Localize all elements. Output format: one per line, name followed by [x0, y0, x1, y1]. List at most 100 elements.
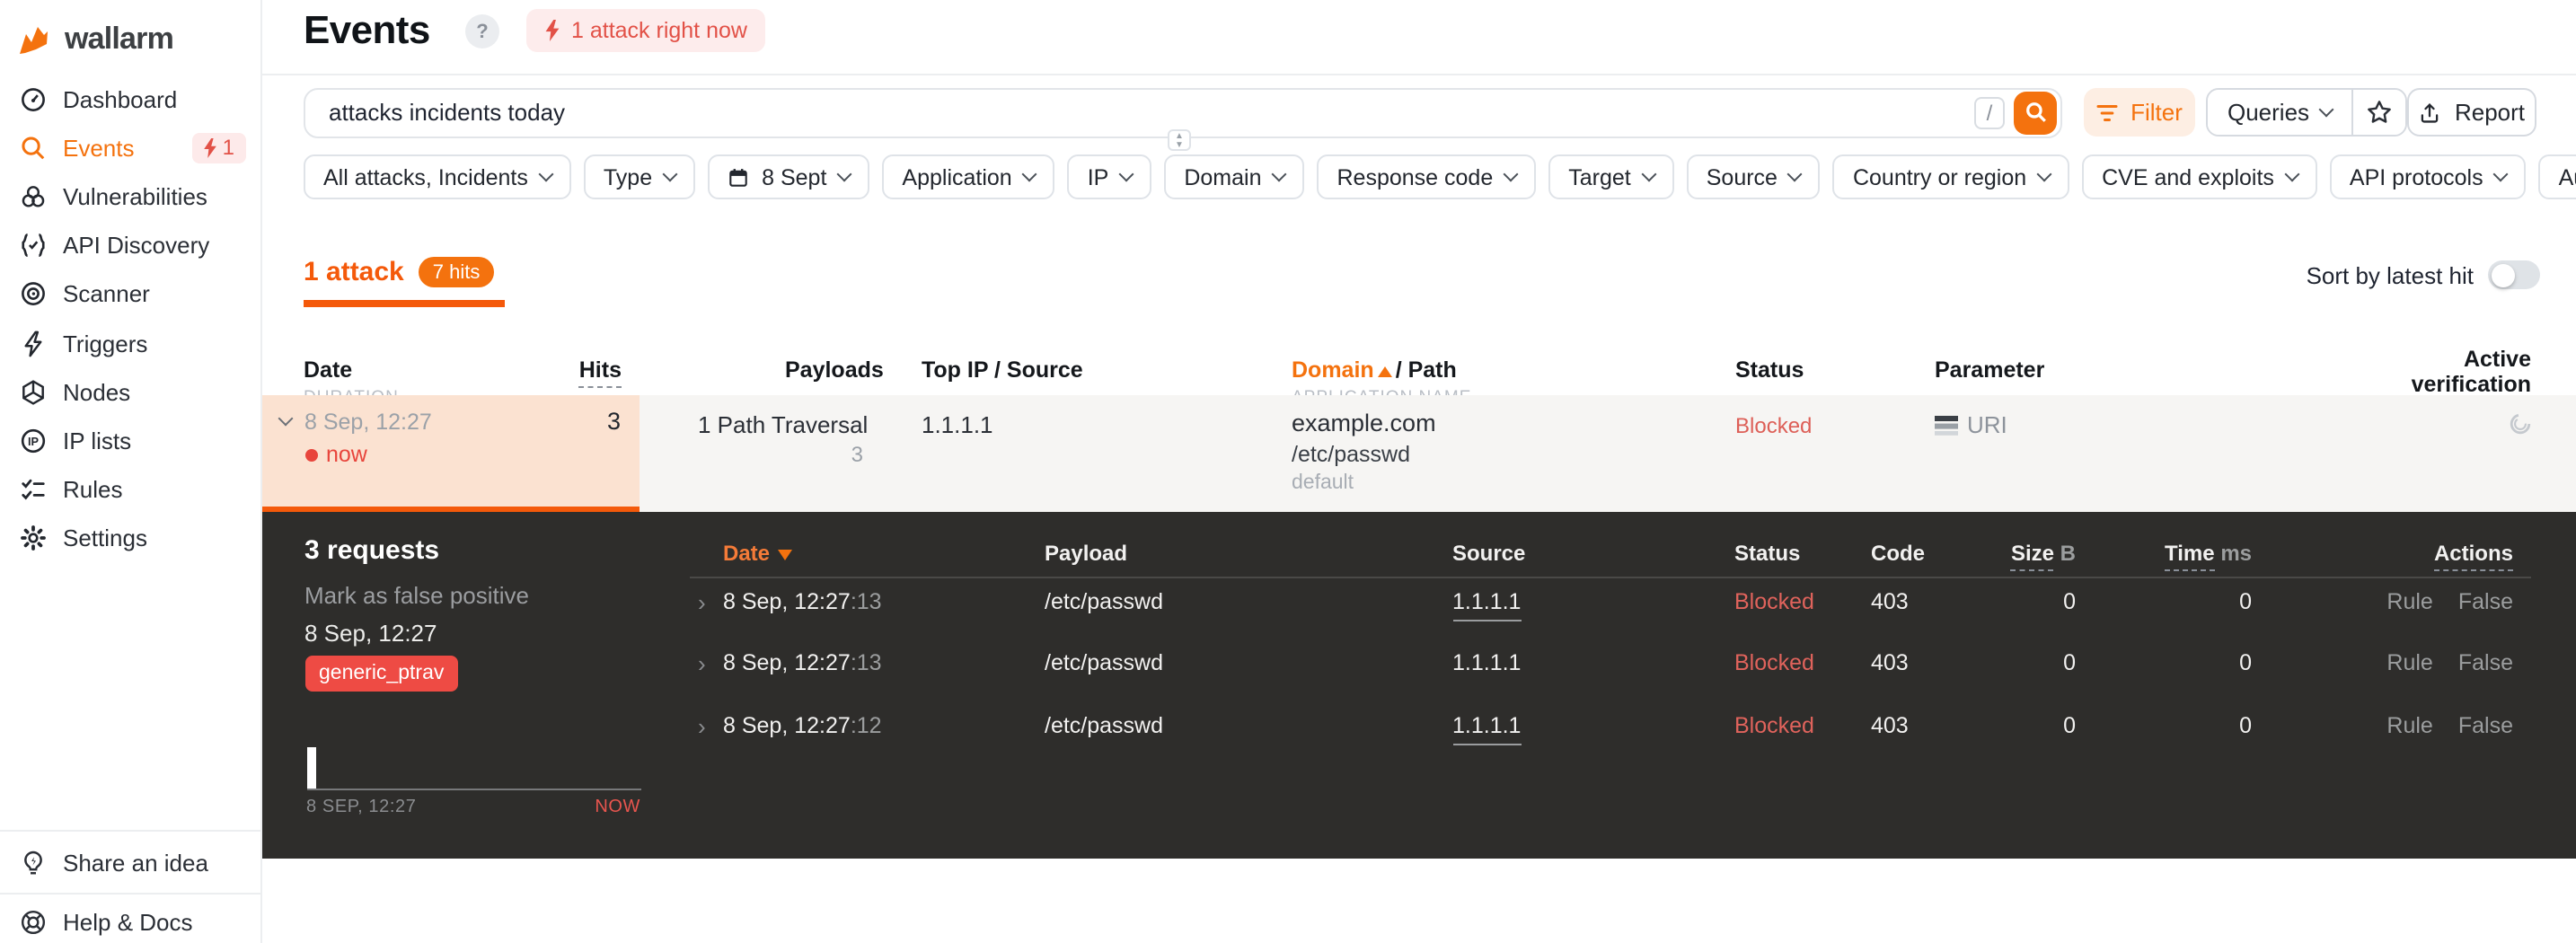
request-date: 8 Sep, 12:27:12: [723, 713, 882, 738]
attack-alert-badge[interactable]: 1 attack right now: [526, 9, 765, 52]
req-col-date[interactable]: Date: [723, 541, 1045, 566]
timeline-now-label: NOW: [595, 798, 640, 817]
ip-circle-icon: IP: [21, 428, 46, 453]
request-source[interactable]: 1.1.1.1: [1452, 713, 1734, 745]
request-date: 8 Sep, 12:27:13: [723, 589, 882, 614]
favorite-queries-button[interactable]: [2351, 90, 2405, 135]
filter-chip-mode[interactable]: All attacks, Incidents: [304, 154, 571, 199]
tab-attacks[interactable]: 1 attack 7 hits: [304, 257, 495, 287]
star-icon: [2367, 101, 2390, 123]
lifering-icon: [21, 909, 46, 934]
false-action[interactable]: False: [2458, 713, 2513, 738]
sidebar-item-label: Help & Docs: [63, 908, 193, 935]
filter-chip-domain[interactable]: Domain: [1164, 154, 1305, 199]
req-col-size[interactable]: Size B: [1950, 541, 2076, 571]
sidebar-item-scanner[interactable]: Scanner: [0, 270, 260, 319]
rule-action[interactable]: Rule: [2386, 650, 2432, 675]
filter-chip-application[interactable]: Application: [882, 154, 1055, 199]
report-button[interactable]: Report: [2407, 88, 2536, 137]
mark-false-positive-link[interactable]: Mark as false positive: [304, 582, 529, 609]
col-top-ip-source[interactable]: Top IP / Source: [922, 357, 1083, 383]
rule-action[interactable]: Rule: [2386, 589, 2432, 614]
search-button[interactable]: [2014, 91, 2057, 134]
request-source[interactable]: 1.1.1.1: [1452, 650, 1734, 675]
rule-action[interactable]: Rule: [2386, 713, 2432, 738]
col-status[interactable]: Status: [1735, 357, 1804, 383]
request-status: Blocked: [1734, 589, 1814, 614]
filter-chip-country[interactable]: Country or region: [1832, 154, 2070, 199]
attack-type-tag[interactable]: generic_ptrav: [304, 656, 459, 692]
sidebar-item-dashboard[interactable]: Dashboard: [0, 75, 260, 123]
sidebar-item-ip-lists[interactable]: IP IP lists: [0, 417, 260, 465]
expand-chevron-icon[interactable]: ›: [698, 649, 723, 676]
sidebar-item-nodes[interactable]: Nodes: [0, 367, 260, 416]
request-size: 0: [2063, 650, 2076, 675]
help-icon[interactable]: ?: [465, 14, 499, 48]
filter-chip-cve[interactable]: CVE and exploits: [2082, 154, 2317, 199]
filter-chip-type[interactable]: Type: [583, 154, 696, 199]
filter-chip-api-protocols[interactable]: API protocols: [2329, 154, 2527, 199]
sidebar-item-api-discovery[interactable]: API Discovery: [0, 221, 260, 269]
col-hits[interactable]: Hits: [578, 357, 622, 388]
sidebar-item-label: Nodes: [63, 378, 131, 406]
queries-button[interactable]: Queries: [2208, 90, 2351, 135]
chevron-down-icon: [2284, 166, 2300, 182]
search-resize-handle[interactable]: ▲ ▼: [1168, 129, 1191, 151]
col-domain-path[interactable]: Domain / Path: [1292, 357, 1457, 383]
expand-chevron-icon[interactable]: ›: [698, 588, 723, 615]
req-col-source[interactable]: Source: [1452, 541, 1734, 566]
filter-chip-target[interactable]: Target: [1548, 154, 1674, 199]
attack-row[interactable]: 8 Sep, 12:27 now 3 1 Path Traversal 3 1.…: [261, 395, 2576, 512]
filter-button[interactable]: Filter: [2084, 88, 2195, 137]
sidebar-item-label: Settings: [63, 524, 147, 552]
req-col-time[interactable]: Time ms: [2076, 541, 2252, 571]
attack-payload-count: 3: [851, 442, 863, 467]
attack-date-cell[interactable]: 8 Sep, 12:27 now 3: [261, 395, 640, 512]
request-payload: /etc/passwd: [1045, 650, 1164, 675]
request-actions: Rule False: [2252, 713, 2513, 738]
sidebar-item-events[interactable]: Events 1: [0, 123, 260, 172]
request-source[interactable]: 1.1.1.1: [1452, 589, 1734, 621]
attack-top-ip[interactable]: 1.1.1.1: [922, 411, 993, 438]
chevron-down-icon: [2317, 101, 2333, 118]
attack-domain[interactable]: example.com: [1292, 410, 1436, 436]
col-active-verification[interactable]: Active verification: [2335, 347, 2531, 397]
request-row[interactable]: › 8 Sep, 12:27:13 /etc/passwd 1.1.1.1 Bl…: [698, 641, 2513, 684]
request-row[interactable]: › 8 Sep, 12:27:12 /etc/passwd 1.1.1.1 Bl…: [698, 704, 2513, 747]
sidebar-item-settings[interactable]: Settings: [0, 514, 260, 562]
false-action[interactable]: False: [2458, 589, 2513, 614]
expand-chevron-icon[interactable]: ›: [698, 712, 723, 739]
filter-chip-source[interactable]: Source: [1686, 154, 1821, 199]
request-code: 403: [1871, 650, 1909, 675]
req-col-status[interactable]: Status: [1734, 541, 1871, 566]
timeline-bar: [306, 747, 315, 789]
filter-chip-ip[interactable]: IP: [1067, 154, 1152, 199]
chevron-down-icon: [1787, 166, 1804, 182]
filter-chip-authentication[interactable]: Authentication: [2538, 154, 2576, 199]
request-code: 403: [1871, 713, 1909, 738]
false-action[interactable]: False: [2458, 650, 2513, 675]
request-actions: Rule False: [2252, 650, 2513, 675]
biohazard-icon: [22, 186, 45, 207]
sidebar-item-vulnerabilities[interactable]: Vulnerabilities: [0, 172, 260, 221]
col-parameter[interactable]: Parameter: [1935, 357, 2044, 383]
sidebar-item-triggers[interactable]: Triggers: [0, 319, 260, 367]
req-col-actions[interactable]: Actions: [2252, 541, 2513, 571]
chevron-down-icon: [1503, 166, 1519, 182]
req-col-payload[interactable]: Payload: [1045, 541, 1452, 566]
attack-live-indicator: now: [304, 442, 367, 467]
filter-chip-response-code[interactable]: Response code: [1317, 154, 1537, 199]
col-date[interactable]: Date: [304, 357, 352, 383]
col-payloads[interactable]: Payloads: [785, 357, 884, 383]
request-row[interactable]: › 8 Sep, 12:27:13 /etc/passwd 1.1.1.1 Bl…: [698, 580, 2513, 623]
requests-header-divider: [689, 577, 2531, 578]
sort-toggle[interactable]: [2488, 260, 2540, 289]
sidebar-item-rules[interactable]: Rules: [0, 465, 260, 514]
sidebar-item-help-docs[interactable]: Help & Docs: [0, 893, 260, 943]
req-col-code[interactable]: Code: [1871, 541, 1950, 566]
sidebar-item-share-idea[interactable]: Share an idea: [0, 830, 260, 893]
filter-chip-date[interactable]: 8 Sept: [708, 154, 870, 199]
search-input[interactable]: [305, 99, 1974, 126]
collapse-chevron-icon[interactable]: [277, 410, 293, 427]
wallarm-logo[interactable]: wallarm: [18, 22, 174, 57]
